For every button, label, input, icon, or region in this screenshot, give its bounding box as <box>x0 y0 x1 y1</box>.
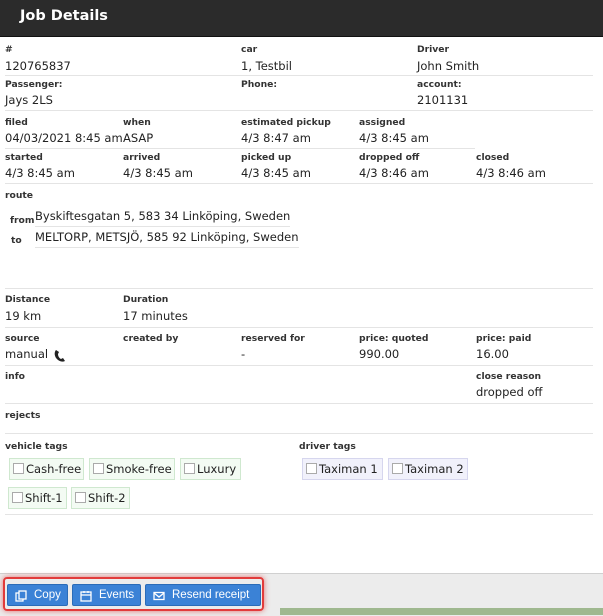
closed-label: closed <box>476 152 510 163</box>
route-from-address: Byskiftesgatan 5, 583 34 Linköping, Swed… <box>35 209 291 227</box>
price-quoted-label: price: quoted <box>359 333 429 344</box>
vehicle-tag-smoke-free[interactable]: Smoke-free <box>89 458 175 480</box>
resend-receipt-button[interactable]: Resend receipt <box>145 584 261 606</box>
car-value: 1, Testbil <box>241 59 292 73</box>
passenger-label: Passenger: <box>5 79 63 90</box>
assigned-label: assigned <box>359 117 406 128</box>
assigned-value: 4/3 8:45 am <box>359 131 429 145</box>
created-by-label: created by <box>123 333 179 344</box>
checkbox[interactable] <box>184 463 195 474</box>
tag-label: Smoke-free <box>106 462 172 476</box>
copy-button-label: Copy <box>34 589 61 601</box>
source-label: source <box>5 333 40 344</box>
info-label: info <box>5 371 25 382</box>
account-value: 2101131 <box>417 93 469 107</box>
arrived-value: 4/3 8:45 am <box>123 166 193 180</box>
dropped-off-value: 4/3 8:46 am <box>359 166 429 180</box>
events-button[interactable]: Events <box>72 584 141 606</box>
tag-label: Taximan 2 <box>405 462 464 476</box>
reserved-for-label: reserved for <box>241 333 305 344</box>
background-map-edge <box>280 608 603 615</box>
divider <box>5 183 593 184</box>
checkbox[interactable] <box>392 463 403 474</box>
tag-label: Taximan 1 <box>319 462 378 476</box>
vehicle-tag-luxury[interactable]: Luxury <box>180 458 241 480</box>
driver-tag-taximan-1[interactable]: Taximan 1 <box>302 458 383 480</box>
divider <box>5 403 593 404</box>
calendar-icon <box>80 589 92 602</box>
checkbox[interactable] <box>93 463 104 474</box>
started-value: 4/3 8:45 am <box>5 166 75 180</box>
job-number-label: # <box>5 44 13 55</box>
reserved-for-value: - <box>241 347 246 361</box>
job-details-body: # 120765837 car 1, Testbil Driver John S… <box>0 37 603 573</box>
job-number: 120765837 <box>5 59 71 73</box>
price-quoted-value: 990.00 <box>359 347 400 361</box>
driver-tags-label: driver tags <box>299 441 356 452</box>
estimated-pickup-value: 4/3 8:47 am <box>241 131 311 145</box>
route-from-label: from <box>10 215 35 226</box>
vehicle-tag-shift-2[interactable]: Shift-2 <box>71 487 130 509</box>
route-label: route <box>5 190 34 201</box>
distance-label: Distance <box>5 294 51 305</box>
checkbox[interactable] <box>306 463 317 474</box>
tag-label: Cash-free <box>26 462 82 476</box>
started-label: started <box>5 152 43 163</box>
route-to-label: to <box>11 235 22 246</box>
duration-label: Duration <box>123 294 169 305</box>
checkbox[interactable] <box>12 492 23 503</box>
divider <box>5 75 593 76</box>
distance-value: 19 km <box>5 309 42 323</box>
driver-tag-taximan-2[interactable]: Taximan 2 <box>388 458 468 480</box>
car-label: car <box>241 44 258 55</box>
rejects-label: rejects <box>5 410 41 421</box>
events-button-label: Events <box>99 589 135 601</box>
when-value: ASAP <box>123 131 154 145</box>
price-paid-label: price: paid <box>476 333 532 344</box>
picked-up-value: 4/3 8:45 am <box>241 166 311 180</box>
account-label: account: <box>417 79 462 90</box>
divider <box>5 327 593 328</box>
driver-value: John Smith <box>417 59 480 73</box>
vehicle-tag-cash-free[interactable]: Cash-free <box>9 458 84 480</box>
checkbox[interactable] <box>13 463 24 474</box>
copy-button[interactable]: Copy <box>7 584 68 606</box>
copy-icon <box>15 589 27 602</box>
price-paid-value: 16.00 <box>476 347 509 361</box>
envelope-icon <box>153 589 165 601</box>
route-to-address: MELTORP, METSJÖ, 585 92 Linköping, Swede… <box>35 230 299 248</box>
phone-label: Phone: <box>241 79 278 90</box>
divider <box>5 514 593 515</box>
close-reason-value: dropped off <box>476 385 543 399</box>
tag-label: Shift-1 <box>25 491 63 505</box>
vehicle-tags-label: vehicle tags <box>5 441 68 452</box>
dialog-header: Job Details <box>0 0 603 37</box>
divider <box>5 148 475 149</box>
phone-handset-icon <box>53 348 67 362</box>
resend-receipt-button-label: Resend receipt <box>172 589 250 601</box>
duration-value: 17 minutes <box>123 309 188 323</box>
driver-label: Driver <box>417 44 450 55</box>
vehicle-tag-shift-1[interactable]: Shift-1 <box>8 487 67 509</box>
passenger-value: Jays 2LS <box>5 93 53 107</box>
dialog-title: Job Details <box>20 8 108 24</box>
source-value: manual <box>5 347 49 361</box>
filed-value: 04/03/2021 8:45 am <box>5 131 123 145</box>
checkbox[interactable] <box>75 492 86 503</box>
filed-label: filed <box>5 117 28 128</box>
divider <box>5 433 593 434</box>
arrived-label: arrived <box>123 152 161 163</box>
divider <box>5 110 593 111</box>
tag-label: Luxury <box>197 462 237 476</box>
when-label: when <box>123 117 151 128</box>
close-reason-label: close reason <box>476 371 542 382</box>
dropped-off-label: dropped off <box>359 152 420 163</box>
tag-label: Shift-2 <box>88 491 126 505</box>
divider <box>5 288 593 289</box>
divider <box>5 365 593 366</box>
picked-up-label: picked up <box>241 152 292 163</box>
estimated-pickup-label: estimated pickup <box>241 117 331 128</box>
action-button-group: Copy Events Resend receipt <box>3 577 264 611</box>
closed-value: 4/3 8:46 am <box>476 166 546 180</box>
